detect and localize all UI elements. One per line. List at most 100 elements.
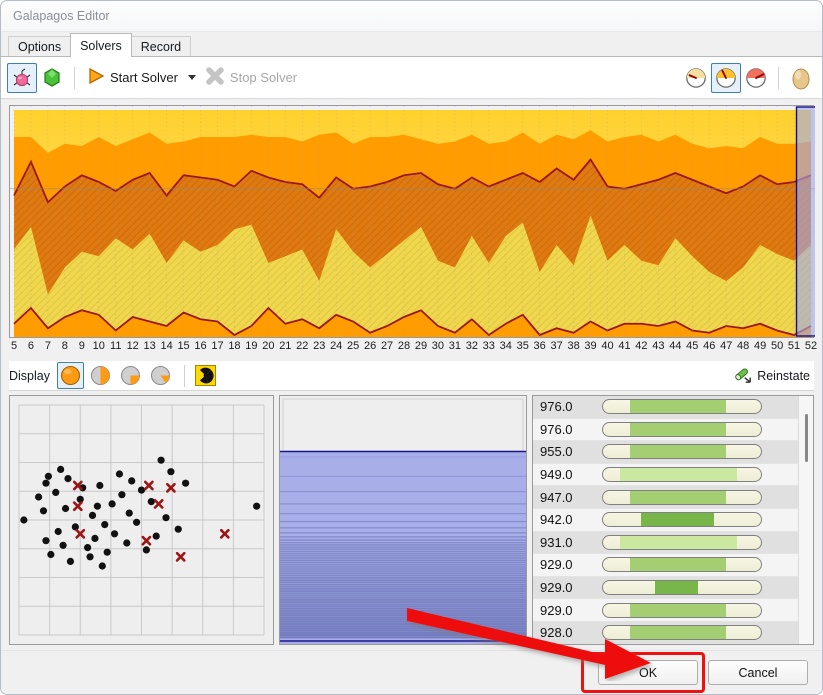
fitness-bar xyxy=(602,512,762,528)
gauge-fast-icon[interactable] xyxy=(741,63,771,93)
scatter-dot xyxy=(98,562,106,570)
list-item[interactable]: 976.0 xyxy=(533,396,798,419)
toolbar-divider xyxy=(74,66,75,89)
scatter-dot xyxy=(152,532,160,540)
x-tick-label: 18 xyxy=(228,340,241,352)
gauge-slow-icon[interactable] xyxy=(681,63,711,93)
scatter-dot xyxy=(162,514,170,522)
fitness-value: 949.0 xyxy=(540,467,573,483)
x-tick-label: 37 xyxy=(550,340,563,352)
x-tick-label: 36 xyxy=(533,340,546,352)
tab-strip: Options Solvers Record xyxy=(1,32,822,57)
x-tick-label: 40 xyxy=(601,340,614,352)
fitness-bar-fill xyxy=(620,535,738,549)
scatter-dot xyxy=(57,465,65,473)
x-tick-label: 29 xyxy=(414,340,428,352)
x-tick-label: 19 xyxy=(245,340,258,352)
x-tick-label: 6 xyxy=(27,340,35,352)
fitness-value: 976.0 xyxy=(540,399,573,415)
chart-canvas xyxy=(10,106,815,337)
window-title: Galapagos Editor xyxy=(13,9,110,23)
list-item[interactable]: 929.0 xyxy=(533,599,798,622)
scatter-dot xyxy=(115,470,124,478)
x-tick-label: 12 xyxy=(126,340,139,352)
scatter-dot xyxy=(61,504,70,513)
cancel-button[interactable]: Cancel xyxy=(708,660,808,685)
scatter-dot xyxy=(52,488,60,496)
display-quarter-icon[interactable] xyxy=(117,362,144,389)
list-scrollbar[interactable] xyxy=(798,396,813,644)
fitness-bar-fill xyxy=(629,490,727,504)
x-tick-label: 30 xyxy=(431,340,445,352)
list-item[interactable]: 929.0 xyxy=(533,576,798,600)
egg-icon[interactable] xyxy=(786,63,816,93)
x-tick-label: 23 xyxy=(313,340,326,352)
fitness-list[interactable]: 976.0 976.0 955.0 949.0 947.0 942.0 931.0 929.0… xyxy=(533,396,798,644)
fitness-chart[interactable] xyxy=(9,105,815,338)
fitness-bar xyxy=(602,625,762,641)
dialog-footer: OK Cancel xyxy=(1,650,822,694)
reinstate-button[interactable]: Reinstate xyxy=(732,364,814,387)
scatter-dot xyxy=(20,516,28,524)
scatter-dot xyxy=(147,498,155,506)
list-item[interactable]: 931.0 xyxy=(533,531,798,555)
fitness-value: 942.0 xyxy=(540,512,573,528)
list-scrollbar-thumb[interactable] xyxy=(805,414,808,462)
fitness-value: 928.0 xyxy=(540,625,573,641)
display-bar: Display Reinstate xyxy=(9,361,814,391)
scatter-dot xyxy=(88,511,97,519)
x-tick-label: 7 xyxy=(44,340,51,352)
play-triangle-icon xyxy=(86,66,106,89)
list-item[interactable]: 955.0 xyxy=(533,441,798,464)
x-tick-label: 21 xyxy=(279,340,292,352)
fitness-bar xyxy=(602,467,762,483)
start-solver-button[interactable]: Start Solver xyxy=(82,62,200,94)
fitness-value: 929.0 xyxy=(540,580,573,596)
bug-icon[interactable] xyxy=(7,62,37,93)
scatter-dot xyxy=(137,486,146,494)
display-wedge-icon[interactable] xyxy=(147,362,174,389)
fitness-value: 955.0 xyxy=(540,444,573,460)
fitness-bar xyxy=(602,421,762,437)
scatter-dot xyxy=(54,527,62,536)
radiation-icon[interactable] xyxy=(192,362,219,389)
tab-options[interactable]: Options xyxy=(8,36,72,57)
ok-button[interactable]: OK xyxy=(598,660,698,685)
x-tick-label: 13 xyxy=(143,340,156,352)
list-item[interactable]: 942.0 xyxy=(533,508,798,532)
fitness-bar xyxy=(602,557,762,573)
tab-record[interactable]: Record xyxy=(130,36,192,57)
x-tick-label: 10 xyxy=(92,340,105,352)
title-bar: Galapagos Editor xyxy=(1,1,822,32)
scatter-dot xyxy=(142,546,150,554)
list-item[interactable]: 947.0 xyxy=(533,486,798,509)
scatter-dot xyxy=(110,530,119,538)
fitness-bar xyxy=(602,602,762,618)
display-full-icon[interactable] xyxy=(57,362,84,389)
chevron-down-icon[interactable] xyxy=(187,75,196,80)
list-item[interactable]: 929.0 xyxy=(533,554,798,577)
scatter-dot xyxy=(123,539,131,547)
scatter-dot xyxy=(66,557,75,565)
scatter-dot xyxy=(86,553,94,561)
list-item[interactable]: 976.0 xyxy=(533,418,798,442)
scatter-dot xyxy=(59,541,67,549)
genome-bands-panel[interactable] xyxy=(279,395,527,645)
scatter-plot-panel[interactable] xyxy=(9,395,274,645)
fitness-bar-fill xyxy=(629,422,727,436)
scatter-dot xyxy=(118,491,126,499)
list-item[interactable]: 949.0 xyxy=(533,463,798,487)
fitness-list-panel[interactable]: 976.0 976.0 955.0 949.0 947.0 942.0 931.0 929.0… xyxy=(532,395,814,645)
stop-solver-button[interactable]: Stop Solver xyxy=(200,62,301,94)
gauge-medium-icon[interactable] xyxy=(711,62,741,93)
gem-icon[interactable] xyxy=(37,63,67,93)
x-tick-label: 46 xyxy=(703,340,716,352)
fitness-bar xyxy=(602,489,762,505)
list-item[interactable]: 928.0 xyxy=(533,621,798,644)
display-half-icon[interactable] xyxy=(87,362,114,389)
tab-solvers[interactable]: Solvers xyxy=(70,33,132,57)
panels-row: 976.0 976.0 955.0 949.0 947.0 942.0 931.0 929.0… xyxy=(9,395,814,645)
toolbar: Start Solver Stop Solver xyxy=(1,57,822,99)
scatter-dot xyxy=(42,479,50,487)
x-tick-label: 47 xyxy=(720,340,733,352)
